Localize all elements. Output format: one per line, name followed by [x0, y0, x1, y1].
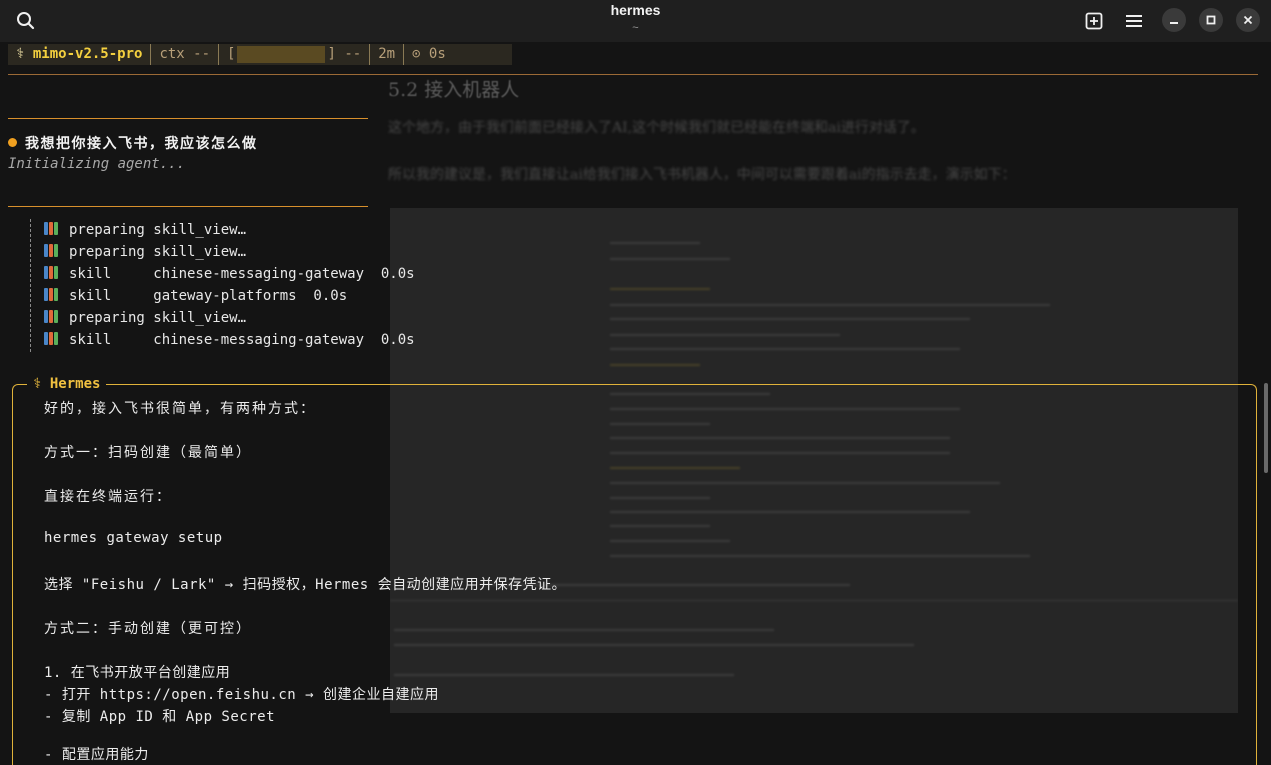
tool-call: skill chinese-messaging-gateway 0.0s — [44, 266, 415, 282]
context-bar: [] -- — [219, 44, 371, 65]
close-icon[interactable] — [1236, 8, 1260, 32]
response-line: 1. 在飞书开放平台创建应用 — [44, 665, 231, 681]
response-line: - 打开 https://open.feishu.cn → 创建企业自建应用 — [44, 687, 440, 703]
background-paragraph: 所以我的建议是，我们直接让ai给我们接入飞书机器人，中间可以需要跟着ai的指示去… — [388, 167, 1016, 183]
model-name: mimo-v2.5-pro — [32, 46, 143, 62]
status-text: Initializing agent... — [8, 156, 186, 172]
tool-call: preparing skill_view… — [44, 222, 246, 238]
caduceus-icon: ⚕ — [33, 376, 42, 392]
status-bar: ⚕ mimo-v2.5-pro ctx --[] -- 2m ⊙ 0s — [8, 44, 512, 65]
response-line: 方式一：扫码创建（最简单） — [44, 445, 252, 461]
tool-call: preparing skill_view… — [44, 244, 246, 260]
book-icon — [44, 332, 60, 345]
divider — [8, 74, 1258, 75]
title-bar: hermes ~ — [0, 0, 1271, 43]
book-icon — [44, 222, 60, 235]
model-indicator: ⚕ mimo-v2.5-pro — [8, 44, 152, 65]
response-label: ⚕ Hermes — [27, 375, 107, 394]
tool-call-rail — [30, 219, 32, 352]
bullet-icon — [8, 138, 17, 147]
new-tab-icon[interactable] — [1081, 8, 1107, 34]
caduceus-icon: ⚕ — [16, 46, 25, 62]
response-line: - 复制 App ID 和 App Secret — [44, 709, 276, 725]
context-bar-fill — [237, 45, 326, 63]
divider — [8, 206, 368, 207]
background-heading: 5.2 接入机器人 — [388, 79, 520, 101]
scrollbar[interactable] — [1264, 383, 1268, 473]
response-line: 方式二：手动创建（更可控） — [44, 621, 252, 637]
book-icon — [44, 244, 60, 257]
book-icon — [44, 310, 60, 323]
tool-call: skill chinese-messaging-gateway 0.0s — [44, 332, 415, 348]
response-command: hermes gateway setup — [44, 530, 223, 546]
book-icon — [44, 266, 60, 279]
user-message: 我想把你接入飞书，我应该怎么做 — [8, 133, 258, 153]
tool-call: skill gateway-platforms 0.0s — [44, 288, 347, 304]
response-line: 直接在终端运行： — [44, 489, 172, 505]
response-line: 选择 "Feishu / Lark" → 扫码授权，Hermes 会自动创建应用… — [44, 577, 567, 593]
menu-icon[interactable] — [1121, 8, 1147, 34]
elapsed-timer: ⊙ 0s — [412, 46, 446, 62]
timer-icon: ⊙ — [412, 46, 421, 62]
minimize-icon[interactable] — [1162, 8, 1186, 32]
context-indicator: ctx -- — [151, 44, 220, 65]
session-time: 2m — [370, 44, 405, 65]
tool-call: preparing skill_view… — [44, 310, 246, 326]
response-line: - 配置应用能力 — [44, 747, 149, 763]
book-icon — [44, 288, 60, 301]
response-line: 好的，接入飞书很简单，有两种方式： — [44, 401, 316, 417]
maximize-icon[interactable] — [1199, 8, 1223, 32]
background-paragraph: 这个地方，由于我们前面已经接入了AI,这个时候我们就已经能在终端和ai进行对话了… — [388, 120, 925, 136]
divider — [8, 118, 368, 119]
